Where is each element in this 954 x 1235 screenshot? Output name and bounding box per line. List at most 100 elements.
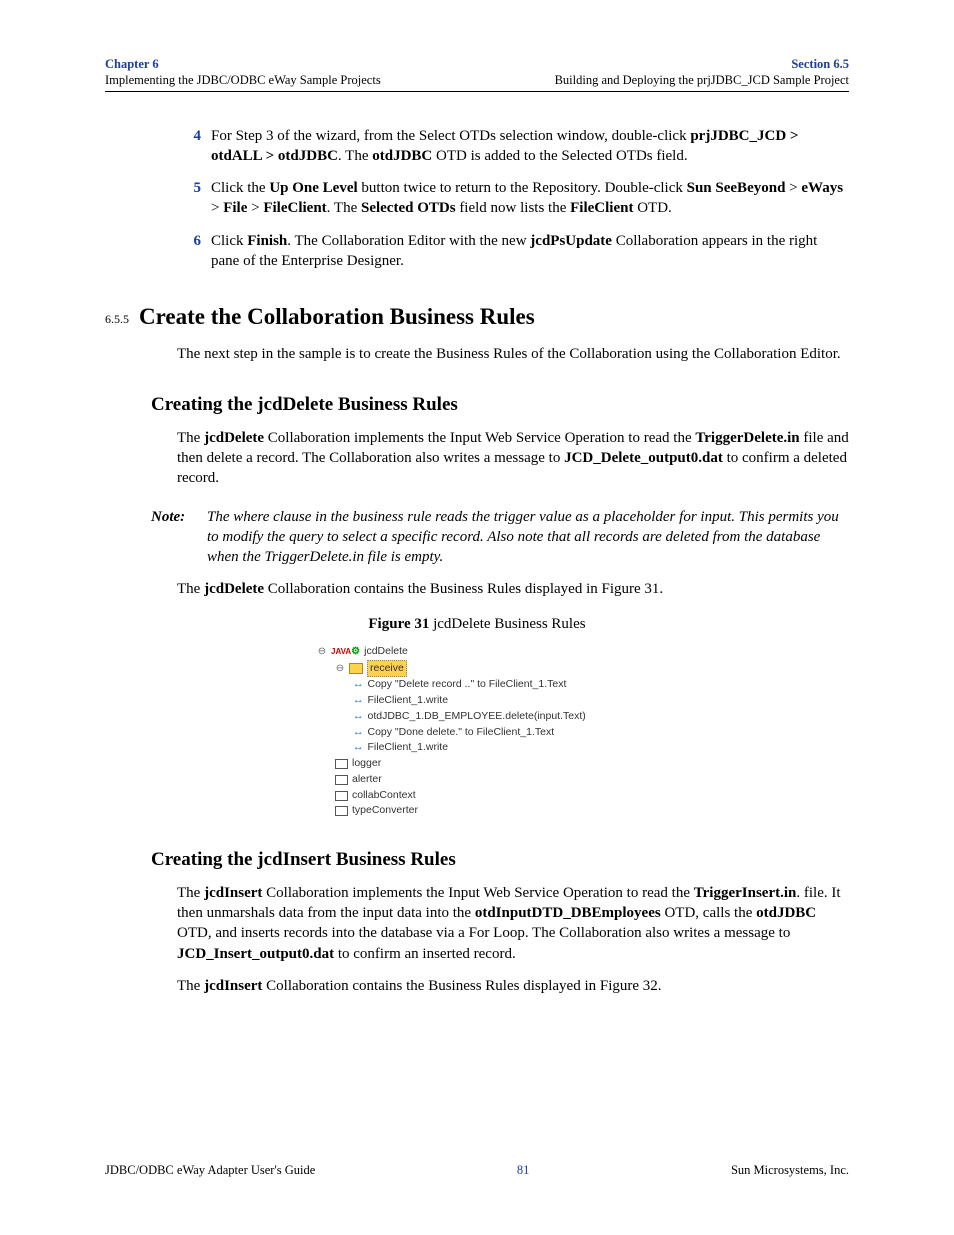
jcddelete-p2: The jcdDelete Collaboration contains the… [177,579,849,599]
note-block: Note: The where clause in the business r… [151,507,849,568]
tree-collabcontext: collabContext [335,788,637,804]
tree-node-label: logger [352,756,381,772]
text: > [211,200,223,216]
footer-doc-title: JDBC/ODBC eWay Adapter User's Guide [105,1162,315,1179]
object-icon [335,775,348,785]
text: The [177,430,204,446]
text: For Step 3 of the wizard, from the Selec… [211,128,690,144]
rule-arrow-icon: ↔ [353,677,364,693]
text-bold: FileClient [263,200,326,216]
note-label: Note: [151,507,207,568]
text: . The [327,200,361,216]
header-left: Chapter 6 Implementing the JDBC/ODBC eWa… [105,56,381,89]
tree-node-label: typeConverter [352,803,418,819]
tree-receive: ⊖ receive [335,660,637,678]
object-icon [335,759,348,769]
text: to confirm an inserted record. [334,946,516,962]
text: OTD, calls the [661,905,756,921]
step-6-text: Click Finish. The Collaboration Editor w… [211,231,849,272]
text: > [785,180,801,196]
text-bold: FileClient [570,200,633,216]
text: field now lists the [456,200,571,216]
page: Chapter 6 Implementing the JDBC/ODBC eWa… [0,0,954,1235]
text: OTD. [633,200,671,216]
text: . The [338,148,372,164]
tree-typeconverter: typeConverter [335,803,637,819]
text-bold: Finish [247,233,287,249]
text-bold: Sun SeeBeyond [687,180,786,196]
text-bold: JCD_Delete_output0.dat [564,450,723,466]
step-4-text: For Step 3 of the wizard, from the Selec… [211,126,849,167]
header-right: Section 6.5 Building and Deploying the p… [555,56,849,89]
tree-alerter: alerter [335,772,637,788]
text-bold: eWays [801,180,843,196]
text: The [177,581,204,597]
text: > [247,200,263,216]
jcddelete-heading: Creating the jcdDelete Business Rules [151,392,849,418]
note-text: The where clause in the business rule re… [207,507,849,568]
step-4-number: 4 [177,126,201,167]
step-6: 6 Click Finish. The Collaboration Editor… [177,231,849,272]
text-bold: File [223,200,247,216]
text-bold: jcdDelete [204,430,264,446]
section-link[interactable]: Section 6.5 [791,57,849,71]
chapter-link[interactable]: Chapter 6 [105,57,159,71]
content: 4 For Step 3 of the wizard, from the Sel… [105,126,849,997]
java-collab-icon: JAVA⚙ [331,644,360,659]
text-bold: otdInputDTD_DBEmployees [475,905,661,921]
expand-handle-icon: ⊖ [335,661,345,676]
tree-rule-label: FileClient_1.write [368,693,449,709]
text: Click [211,233,247,249]
jcdinsert-p1: The jcdInsert Collaboration implements t… [177,883,849,964]
rule-arrow-icon: ↔ [353,725,364,741]
tree-logger: logger [335,756,637,772]
text: . The Collaboration Editor with the new [287,233,530,249]
text-bold: otdJDBC [372,148,432,164]
expand-handle-icon: ⊖ [317,644,327,659]
tree-rule-5: ↔ FileClient_1.write [353,740,637,756]
text: Collaboration implements the Input Web S… [264,430,695,446]
section-subtitle: Building and Deploying the prjJDBC_JCD S… [555,73,849,87]
text-bold: JCD_Insert_output0.dat [177,946,334,962]
section-6-5-5-heading: 6.5.5 Create the Collaboration Business R… [105,301,849,332]
section-number: 6.5.5 [105,312,129,326]
figure-label: Figure 31 [368,616,429,632]
tree-rule-3: ↔ otdJDBC_1.DB_EMPLOYEE.delete(input.Tex… [353,709,637,725]
text: Click the [211,180,269,196]
text-bold: TriggerDelete.in [695,430,799,446]
jcdinsert-heading: Creating the jcdInsert Business Rules [151,847,849,873]
jcdinsert-p2: The jcdInsert Collaboration contains the… [177,976,849,996]
section-intro: The next step in the sample is to create… [177,344,849,364]
step-5: 5 Click the Up One Level button twice to… [177,178,849,219]
tree-rule-label: otdJDBC_1.DB_EMPLOYEE.delete(input.Text) [368,709,586,725]
text: Collaboration contains the Business Rule… [262,978,661,994]
page-footer: JDBC/ODBC eWay Adapter User's Guide 81 S… [105,1162,849,1179]
text: The [177,978,204,994]
tree-root-label: jcdDelete [364,644,408,660]
tree-rule-2: ↔ FileClient_1.write [353,693,637,709]
text-bold: jcdInsert [204,978,262,994]
rule-arrow-icon: ↔ [353,709,364,725]
tree-receive-label: receive [367,660,407,678]
text-bold: jcdPsUpdate [530,233,612,249]
rule-arrow-icon: ↔ [353,693,364,709]
text: Collaboration contains the Business Rule… [264,581,663,597]
figure-title: jcdDelete Business Rules [429,616,585,632]
page-header: Chapter 6 Implementing the JDBC/ODBC eWa… [105,56,849,89]
header-rule [105,91,849,92]
section-title: Create the Collaboration Business Rules [139,304,535,329]
text-bold: Selected OTDs [361,200,456,216]
text: button twice to return to the Repository… [358,180,687,196]
chapter-subtitle: Implementing the JDBC/ODBC eWay Sample P… [105,73,381,87]
footer-company: Sun Microsystems, Inc. [731,1162,849,1179]
text-bold: TriggerInsert.in [694,885,797,901]
tree-rule-label: FileClient_1.write [368,740,449,756]
tree-node-label: collabContext [352,788,416,804]
step-5-number: 5 [177,178,201,219]
text: Collaboration implements the Input Web S… [262,885,693,901]
object-icon [335,791,348,801]
tree-node-label: alerter [352,772,382,788]
tree-rule-4: ↔ Copy "Done delete." to FileClient_1.Te… [353,725,637,741]
text-bold: Up One Level [269,180,357,196]
step-6-number: 6 [177,231,201,272]
